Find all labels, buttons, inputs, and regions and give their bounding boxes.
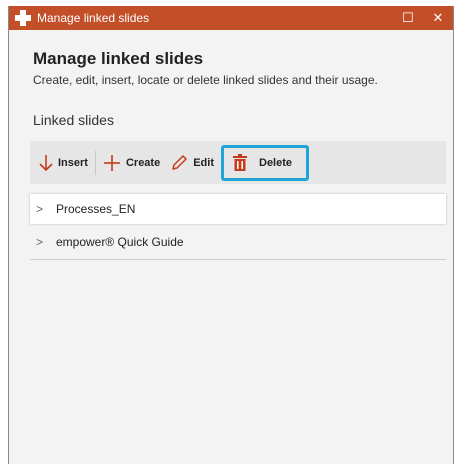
list-item[interactable]: > empower® Quick Guide — [30, 224, 446, 260]
window-title: Manage linked slides — [37, 11, 150, 25]
plus-icon — [103, 154, 120, 171]
toolbar-separator — [94, 150, 96, 175]
linked-slides-toolbar: Insert Create Edit Delete — [30, 141, 446, 184]
close-button[interactable]: ✕ — [423, 6, 453, 30]
section-label-linked-slides: Linked slides — [33, 112, 114, 128]
list-item-label: empower® Quick Guide — [56, 234, 184, 249]
pencil-icon — [172, 154, 187, 170]
delete-button[interactable]: Delete — [221, 144, 310, 181]
edit-label: Edit — [193, 156, 214, 169]
app-logo-icon — [14, 9, 32, 27]
title-bar[interactable]: Manage linked slides ☐ ✕ — [9, 6, 453, 30]
list-item-label: Processes_EN — [56, 202, 136, 216]
insert-button[interactable]: Insert — [36, 148, 91, 178]
page-subtitle: Create, edit, insert, locate or delete l… — [33, 73, 378, 87]
linked-slides-list: > Processes_EN > empower® Quick Guide — [30, 194, 446, 260]
create-label: Create — [125, 156, 161, 169]
edit-button[interactable]: Edit — [167, 148, 217, 178]
list-item[interactable]: > Processes_EN — [30, 194, 446, 224]
delete-label: Delete — [259, 156, 293, 169]
create-button[interactable]: Create — [100, 148, 163, 178]
arrow-down-icon — [39, 154, 53, 171]
insert-label: Insert — [58, 156, 88, 169]
trash-icon — [233, 153, 247, 171]
chevron-right-icon[interactable]: > — [36, 235, 56, 249]
chevron-right-icon[interactable]: > — [36, 202, 56, 216]
page-title: Manage linked slides — [33, 49, 204, 68]
maximize-button[interactable]: ☐ — [393, 6, 423, 30]
